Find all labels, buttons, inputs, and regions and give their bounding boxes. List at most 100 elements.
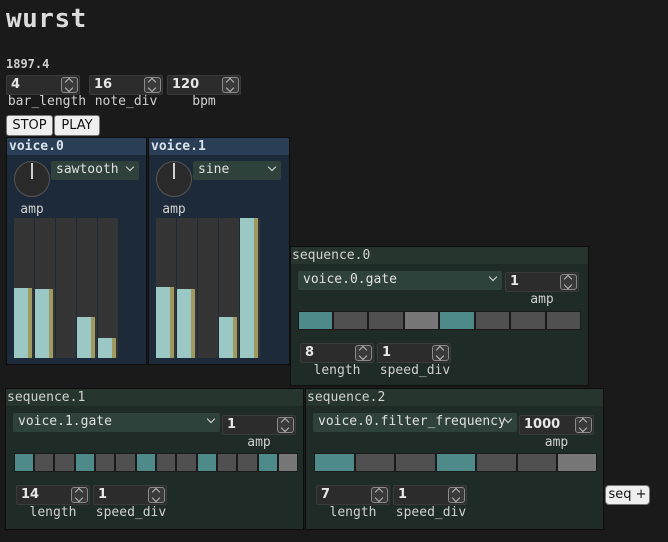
sequence-0-length-label: length bbox=[313, 363, 361, 378]
bar-length-spinner[interactable] bbox=[61, 77, 78, 93]
voice-1-level-bar[interactable] bbox=[240, 218, 260, 358]
voice-1-waveform-select[interactable]: sine bbox=[193, 161, 281, 180]
voice-0-level-bar[interactable] bbox=[35, 218, 55, 358]
sequence-0-step[interactable] bbox=[368, 311, 404, 330]
sequence-0-amp-value: 1 bbox=[510, 274, 520, 289]
voice-panel-0: voice.0 sawtooth amp bbox=[6, 137, 147, 365]
sequence-1-step[interactable] bbox=[237, 453, 258, 472]
sequence-2-amp-spinner[interactable] bbox=[575, 417, 592, 433]
sequence-1-step[interactable] bbox=[217, 453, 237, 472]
sequence-1-title: sequence.1 bbox=[6, 389, 303, 406]
voice-0-level-bar[interactable] bbox=[56, 218, 76, 358]
sequence-1-step[interactable] bbox=[115, 453, 136, 472]
sequence-0-title: sequence.0 bbox=[291, 247, 588, 264]
bpm-spinner[interactable] bbox=[222, 77, 239, 93]
add-sequence-button[interactable]: seq + bbox=[605, 485, 650, 505]
voice-1-level-bar[interactable] bbox=[177, 218, 197, 358]
sequence-1-target-select[interactable]: voice.1.gate bbox=[13, 413, 220, 432]
sequence-0-step[interactable] bbox=[333, 311, 368, 330]
voice-0-level-bar[interactable] bbox=[77, 218, 97, 358]
bpm-input[interactable]: 120 bbox=[167, 75, 241, 95]
sequence-1-speed-div-spinner[interactable] bbox=[148, 487, 165, 503]
voice-0-waveform-value: sawtooth bbox=[56, 162, 119, 177]
sequence-0-amp-input[interactable]: 1 bbox=[505, 272, 579, 292]
sequence-2-amp-input[interactable]: 1000 bbox=[519, 415, 594, 435]
note-div-input[interactable]: 16 bbox=[89, 75, 163, 95]
sequence-0-step[interactable] bbox=[439, 311, 475, 330]
sequence-2-length-input[interactable]: 7 bbox=[316, 485, 390, 505]
sequence-1-step[interactable] bbox=[278, 453, 298, 472]
sequence-0-target-select[interactable]: voice.0.gate bbox=[298, 271, 502, 290]
sequence-2-speed-div-label: speed_div bbox=[395, 505, 467, 520]
sequence-1-step[interactable] bbox=[156, 453, 176, 472]
voice-1-level-bar[interactable] bbox=[198, 218, 218, 358]
sequence-1-length-input[interactable]: 14 bbox=[16, 485, 90, 505]
sequence-1-step[interactable] bbox=[34, 453, 54, 472]
sequence-0-step[interactable] bbox=[298, 311, 333, 330]
sequence-1-length-spinner[interactable] bbox=[71, 487, 88, 503]
sequence-0-step[interactable] bbox=[546, 311, 581, 330]
bar-length-input[interactable]: 4 bbox=[6, 75, 80, 95]
stop-button[interactable]: STOP bbox=[6, 115, 53, 136]
app-title: wurst bbox=[6, 4, 87, 34]
sequence-1-step[interactable] bbox=[95, 453, 115, 472]
sequence-1-step[interactable] bbox=[75, 453, 95, 472]
chevron-down-icon bbox=[125, 162, 135, 172]
sequence-0-target-value: voice.0.gate bbox=[303, 272, 397, 287]
sequence-2-speed-div-input[interactable]: 1 bbox=[393, 485, 467, 505]
sequence-1-length-label: length bbox=[29, 505, 77, 520]
voice-0-amp-knob[interactable] bbox=[14, 161, 50, 197]
sequence-0-amp-spinner[interactable] bbox=[560, 274, 577, 290]
sequence-0-length-input[interactable]: 8 bbox=[300, 343, 374, 363]
sequence-2-step[interactable] bbox=[355, 453, 395, 472]
bpm-label: bpm bbox=[192, 94, 216, 109]
sequence-2-speed-div-spinner[interactable] bbox=[448, 487, 465, 503]
voice-1-level-bar[interactable] bbox=[156, 218, 176, 358]
sequence-2-step[interactable] bbox=[395, 453, 436, 472]
voice-0-waveform-select[interactable]: sawtooth bbox=[51, 161, 139, 180]
sequence-0-length-spinner[interactable] bbox=[355, 345, 372, 361]
sequence-panel-2: sequence.2 voice.0.filter_frequency 1000… bbox=[305, 388, 604, 530]
sequence-panel-0: sequence.0 voice.0.gate 1 amp 8 length 1… bbox=[290, 246, 589, 386]
sequence-0-step[interactable] bbox=[510, 311, 546, 330]
sequence-0-speed-div-input[interactable]: 1 bbox=[377, 343, 451, 363]
bar-length-value: 4 bbox=[11, 77, 21, 92]
bpm-value: 120 bbox=[172, 77, 200, 92]
sequence-0-step[interactable] bbox=[404, 311, 439, 330]
voice-0-level-bar[interactable] bbox=[14, 218, 34, 358]
sequence-1-step[interactable] bbox=[258, 453, 278, 472]
sequence-1-amp-input[interactable]: 1 bbox=[222, 415, 296, 435]
sequence-0-speed-div-label: speed_div bbox=[379, 363, 451, 378]
sequence-2-amp-label: amp bbox=[544, 435, 569, 450]
voice-1-amp-label: amp bbox=[162, 202, 186, 217]
play-button[interactable]: PLAY bbox=[54, 115, 100, 136]
sequence-1-step[interactable] bbox=[14, 453, 34, 472]
sequence-1-length-value: 14 bbox=[21, 487, 40, 502]
sequence-panel-1: sequence.1 voice.1.gate 1 amp 14 length … bbox=[5, 388, 304, 530]
sequence-2-step[interactable] bbox=[436, 453, 476, 472]
sequence-1-speed-div-label: speed_div bbox=[95, 505, 167, 520]
sequence-2-length-spinner[interactable] bbox=[371, 487, 388, 503]
voice-0-level-bar[interactable] bbox=[98, 218, 118, 358]
sequence-1-step[interactable] bbox=[136, 453, 156, 472]
sequence-1-speed-div-input[interactable]: 1 bbox=[93, 485, 167, 505]
sequence-0-step[interactable] bbox=[475, 311, 510, 330]
sequence-1-step[interactable] bbox=[176, 453, 197, 472]
voice-1-amp-knob[interactable] bbox=[156, 161, 192, 197]
voice-1-level-bar[interactable] bbox=[219, 218, 239, 358]
sequence-2-step[interactable] bbox=[517, 453, 557, 472]
sequence-2-step[interactable] bbox=[557, 453, 597, 472]
note-div-spinner[interactable] bbox=[144, 77, 161, 93]
sequence-2-step[interactable] bbox=[314, 453, 355, 472]
note-div-label: note_div bbox=[94, 94, 158, 109]
chevron-down-icon bbox=[206, 414, 216, 424]
sequence-1-step[interactable] bbox=[197, 453, 217, 472]
sequence-2-length-value: 7 bbox=[321, 487, 331, 502]
sequence-2-target-select[interactable]: voice.0.filter_frequency bbox=[313, 413, 517, 432]
sequence-0-speed-div-spinner[interactable] bbox=[432, 345, 449, 361]
sequence-1-speed-div-value: 1 bbox=[98, 487, 108, 502]
sequence-1-step[interactable] bbox=[54, 453, 75, 472]
sequence-1-amp-spinner[interactable] bbox=[277, 417, 294, 433]
sequence-2-step[interactable] bbox=[476, 453, 517, 472]
sequence-2-target-value: voice.0.filter_frequency bbox=[318, 414, 506, 429]
